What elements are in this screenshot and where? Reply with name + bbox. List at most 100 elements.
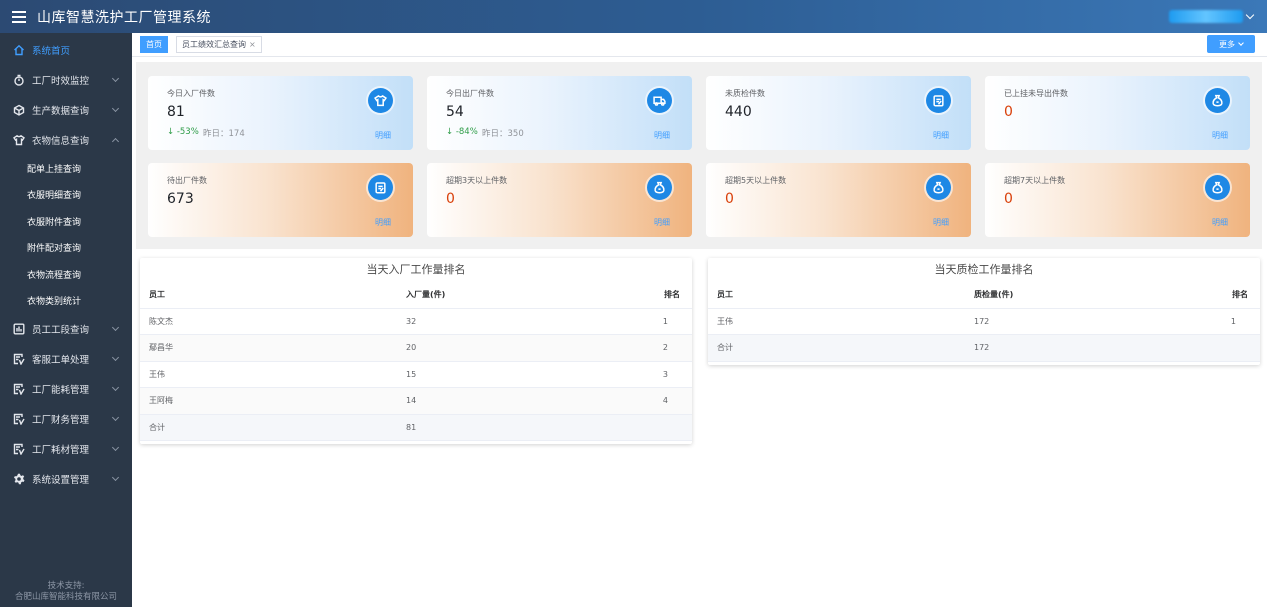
sidebar-item-label: 系统设置管理: [32, 475, 90, 486]
sidebar-item-employee-section[interactable]: 员工工段查询: [0, 314, 132, 344]
table-total-row: 合计 81: [140, 414, 692, 441]
detail-link[interactable]: 明细: [1212, 130, 1228, 141]
chevron-down-icon: [111, 473, 120, 482]
sidebar-item-label: 客服工单处理: [32, 355, 90, 366]
sidebar-subitem-clothing-category[interactable]: 衣物类别统计: [0, 288, 132, 315]
detail-link[interactable]: 明细: [1212, 217, 1228, 228]
cell-total-qty: 81: [406, 422, 417, 432]
detail-link[interactable]: 明细: [933, 130, 949, 141]
gear-icon: [13, 473, 25, 485]
cell-employee: 王伟: [717, 316, 733, 326]
header-rank: 排名: [664, 290, 680, 299]
form-icon: [13, 413, 25, 425]
sidebar-item-factory-timeliness[interactable]: 工厂时效监控: [0, 65, 132, 95]
more-button[interactable]: 更多: [1207, 35, 1255, 53]
shirt-icon: [368, 88, 393, 113]
stat-value: 54: [446, 104, 464, 120]
sidebar-item-label: 工厂时效监控: [32, 76, 90, 87]
sidebar: 系统首页 工厂时效监控 生产数据查询 衣物信息查询 配单上挂查询 衣服明细查询 …: [0, 33, 132, 607]
sidebar-item-label: 员工工段查询: [32, 325, 90, 336]
cell-qty: 20: [406, 343, 417, 352]
header-rank: 排名: [1232, 290, 1248, 299]
sidebar-item-energy[interactable]: 工厂能耗管理: [0, 374, 132, 404]
stat-label: 已上挂未导出件数: [1004, 89, 1068, 98]
tab-label: 员工绩效汇总查询: [182, 40, 246, 49]
stat-value: 81: [167, 104, 185, 120]
clipboard-icon: [368, 175, 393, 200]
sidebar-item-label: 衣物信息查询: [32, 136, 90, 147]
tab-home[interactable]: 首页: [140, 36, 168, 53]
sidebar-item-service-tickets[interactable]: 客服工单处理: [0, 344, 132, 374]
stat-label: 超期3天以上件数: [446, 176, 508, 185]
sidebar-item-label: 工厂能耗管理: [32, 385, 90, 396]
sidebar-item-production-data[interactable]: 生产数据查询: [0, 95, 132, 125]
table-row: 王伟 172 1: [708, 309, 1260, 335]
detail-link[interactable]: 明细: [375, 130, 391, 141]
sidebar-item-label: 工厂耗材管理: [32, 445, 90, 456]
tabs-bar: 首页 员工绩效汇总查询 × 更多: [132, 33, 1267, 57]
bag-icon: [1205, 88, 1230, 113]
chevron-up-icon: [111, 137, 120, 146]
cell-qty: 32: [406, 316, 417, 326]
sidebar-subitem-order-hanging[interactable]: 配单上挂查询: [0, 155, 132, 182]
stat-value: 440: [725, 104, 752, 120]
bag-icon: [926, 175, 951, 200]
stat-label: 待出厂件数: [167, 176, 207, 185]
sidebar-item-consumables[interactable]: 工厂耗材管理: [0, 434, 132, 464]
sidebar-item-label: 工厂财务管理: [32, 415, 90, 426]
cell-qty: 15: [406, 369, 417, 379]
cell-total-label: 合计: [717, 343, 733, 352]
chevron-down-icon: [111, 74, 120, 83]
stat-card-overdue-3-days: 超期3天以上件数 0 明细: [427, 163, 692, 237]
chevron-down-icon: [1245, 10, 1255, 20]
cell-total-qty: 172: [974, 343, 990, 352]
user-menu[interactable]: [1169, 10, 1255, 23]
stat-delta: ↓ -84%: [446, 127, 478, 137]
chevron-down-icon: [111, 443, 120, 452]
tech-support-label: 技术支持:: [47, 581, 85, 591]
sidebar-item-clothing-info[interactable]: 衣物信息查询: [0, 125, 132, 155]
form-icon: [13, 353, 25, 365]
detail-link[interactable]: 明细: [654, 130, 670, 141]
stat-value: 673: [167, 191, 194, 207]
more-button-label: 更多: [1219, 39, 1235, 49]
stat-card-uninspected: 未质检件数 440 明细: [706, 76, 971, 150]
table-title: 当天质检工作量排名: [934, 263, 1034, 276]
cell-employee: 王阿梅: [149, 396, 173, 405]
sidebar-subitem-clothing-accessory[interactable]: 衣服附件查询: [0, 208, 132, 235]
stats-panel: 今日入厂件数 81 ↓ -53% 昨日：174 明细 今日出厂件数 54 ↓ -…: [136, 62, 1262, 249]
table-row: 王伟 15 3: [140, 362, 692, 388]
sidebar-item-system-settings[interactable]: 系统设置管理: [0, 464, 132, 494]
stat-label: 超期5天以上件数: [725, 176, 787, 185]
bag-icon: [647, 175, 672, 200]
bag-icon: [1205, 175, 1230, 200]
close-icon[interactable]: ×: [249, 40, 256, 49]
stat-value: 0: [725, 191, 734, 207]
detail-link[interactable]: 明细: [654, 217, 670, 228]
cell-employee: 王伟: [149, 369, 165, 379]
menu-toggle-icon[interactable]: [12, 10, 26, 23]
qc-ranking-table: 当天质检工作量排名 员工 质检量(件) 排名 王伟 172 1 合计 172: [708, 258, 1260, 365]
cell-rank: 1: [662, 316, 668, 326]
cell-qty: 172: [974, 316, 990, 326]
sidebar-subitem-clothing-process[interactable]: 衣物流程查询: [0, 261, 132, 288]
stat-value: 0: [446, 191, 455, 207]
cell-qty: 14: [406, 396, 417, 405]
truck-icon: [647, 88, 672, 113]
cell-rank: 1: [1230, 316, 1236, 326]
stat-yesterday: 昨日：174: [203, 129, 245, 139]
detail-link[interactable]: 明细: [933, 217, 949, 228]
cell-employee: 陈文杰: [149, 316, 173, 326]
sidebar-subitem-clothing-detail[interactable]: 衣服明细查询: [0, 182, 132, 209]
header-qty: 质检量(件): [974, 290, 1014, 299]
detail-link[interactable]: 明细: [375, 217, 391, 228]
sidebar-subitem-accessory-pairing[interactable]: 附件配对查询: [0, 235, 132, 262]
sidebar-item-finance[interactable]: 工厂财务管理: [0, 404, 132, 434]
table-total-row: 合计 172: [708, 335, 1260, 362]
stopwatch-icon: [13, 74, 25, 86]
tab-employee-performance[interactable]: 员工绩效汇总查询 ×: [176, 36, 262, 53]
table-row: 王阿梅 14 4: [140, 388, 692, 415]
stat-card-overdue-7-days: 超期7天以上件数 0 明细: [985, 163, 1250, 237]
sidebar-item-home[interactable]: 系统首页: [0, 35, 132, 65]
shirt-icon: [13, 134, 25, 146]
